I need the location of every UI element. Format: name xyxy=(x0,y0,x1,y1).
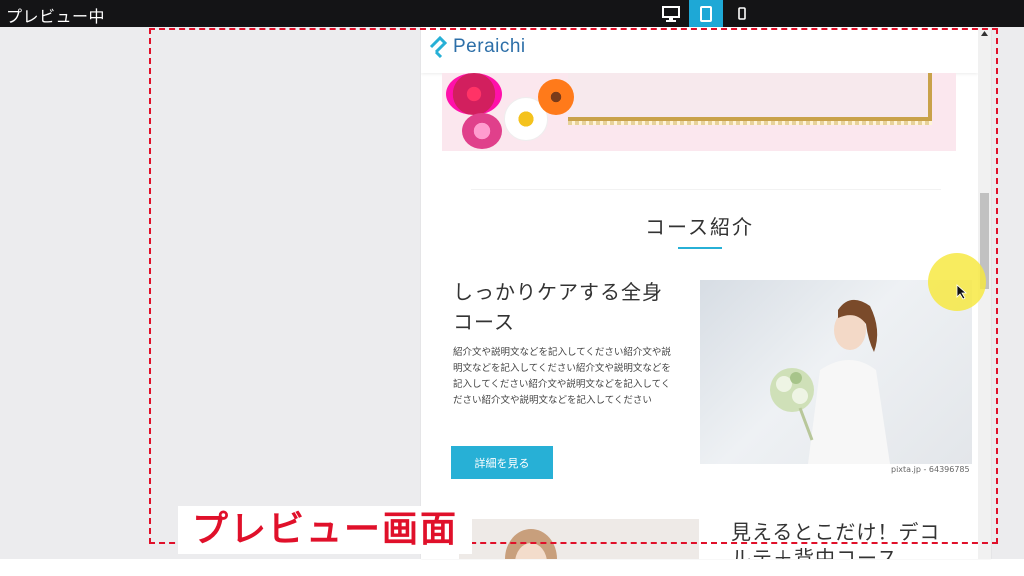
tablet-view-button[interactable] xyxy=(689,0,723,27)
preview-status-title: プレビュー中 xyxy=(6,7,106,26)
annotation-label: プレビュー画面 xyxy=(178,506,473,554)
mobile-view-button[interactable] xyxy=(725,0,759,27)
annotation-dashed-box xyxy=(149,28,998,544)
desktop-icon xyxy=(662,5,680,22)
bottom-strip xyxy=(0,559,1024,576)
desktop-view-button[interactable] xyxy=(654,0,688,27)
tablet-icon xyxy=(700,5,712,22)
preview-toolbar: プレビュー中 xyxy=(0,0,1024,27)
mobile-icon xyxy=(738,7,746,20)
